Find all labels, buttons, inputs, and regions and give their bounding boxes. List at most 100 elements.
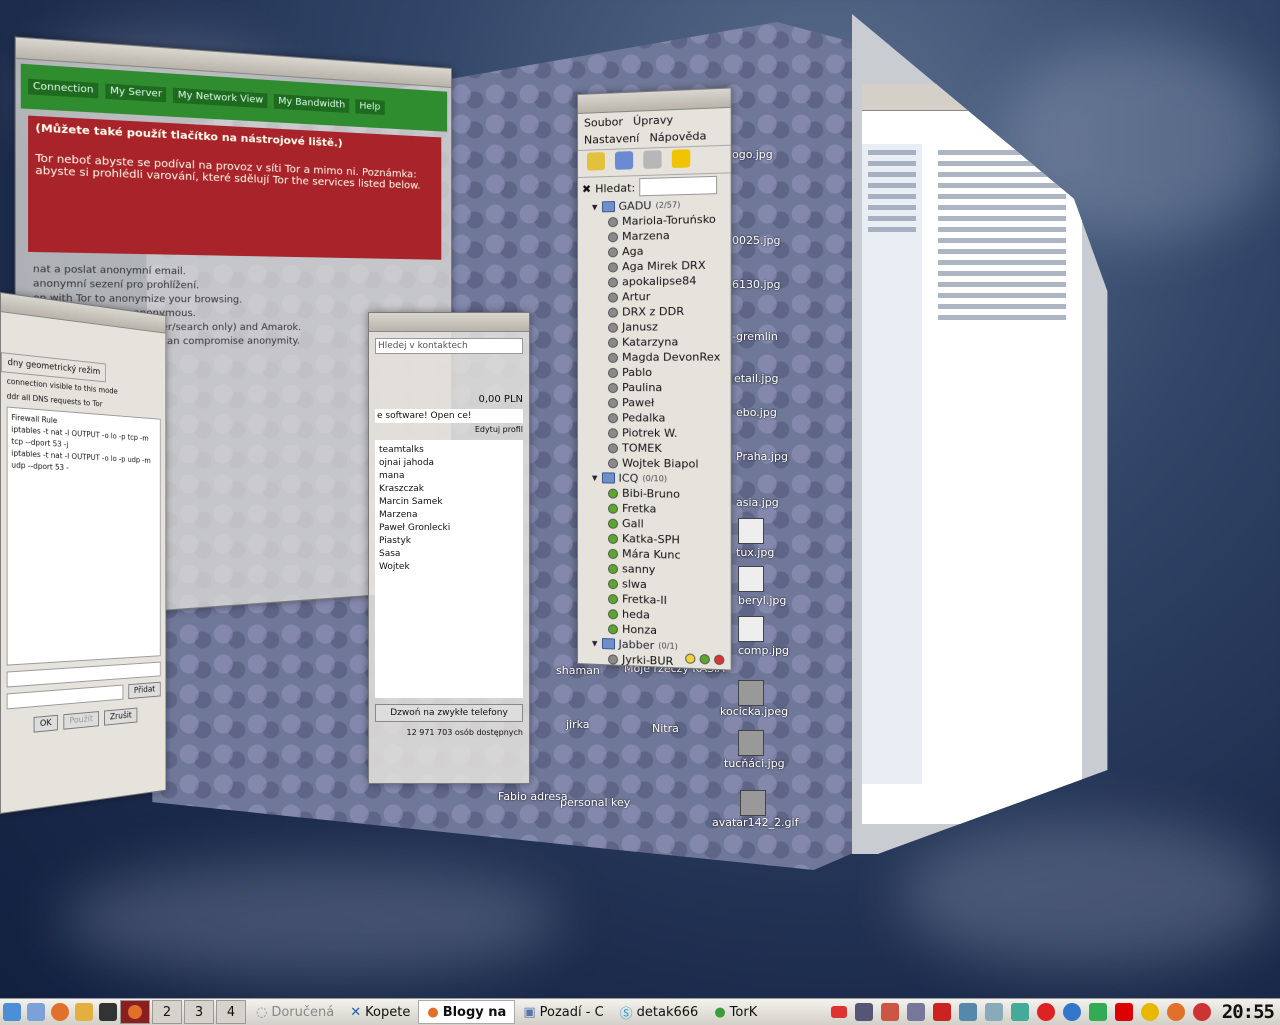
desktop-3-button[interactable]: 3	[184, 1000, 214, 1024]
skype-contact[interactable]: Piastyk	[379, 535, 519, 548]
firefox-icon[interactable]	[51, 1003, 69, 1021]
collapse-icon[interactable]: ▾	[592, 471, 598, 484]
volume-icon[interactable]	[855, 1003, 873, 1021]
call-phones-button[interactable]: Dzwoń na zwykłe telefony	[375, 704, 523, 722]
skype-contact[interactable]: Kraszczak	[379, 483, 519, 496]
browser-window[interactable]	[862, 84, 1082, 824]
desktop-label[interactable]: tux.jpg	[736, 546, 774, 559]
desktop-label[interactable]: jirka	[566, 718, 590, 731]
settings-icon[interactable]	[985, 1003, 1003, 1021]
files-icon[interactable]	[75, 1003, 93, 1021]
kopete-window[interactable]: Soubor Úpravy Nastavení Nápověda ✖ Hleda…	[577, 87, 732, 670]
task-skype[interactable]: Ⓢdetak666	[612, 1001, 707, 1023]
alert-icon[interactable]	[1037, 1003, 1055, 1021]
skype-contact[interactable]: mana	[379, 470, 519, 483]
desktop-label[interactable]: ebo.jpg	[736, 406, 777, 419]
desktop-label[interactable]: personal key	[560, 796, 630, 809]
desktop-label[interactable]: comp.jpg	[738, 644, 789, 657]
desktop-label[interactable]: beryl.jpg	[738, 594, 786, 607]
desktop-label[interactable]: 0025.jpg	[732, 234, 781, 247]
kmenu-icon[interactable]	[3, 1003, 21, 1021]
collapse-icon[interactable]: ▾	[592, 637, 598, 650]
desktop-label[interactable]: etail.jpg	[734, 372, 778, 385]
gears-icon[interactable]	[1011, 1003, 1029, 1021]
cancel-button[interactable]: Zrušit	[104, 708, 137, 726]
skype-contact[interactable]: Marcin Samek	[379, 496, 519, 509]
edit-icon[interactable]	[587, 152, 605, 171]
desktop-label[interactable]: tucňáci.jpg	[724, 757, 785, 770]
terminal-icon[interactable]	[99, 1003, 117, 1021]
tux-icon[interactable]	[738, 616, 764, 642]
titlebar[interactable]	[369, 313, 529, 332]
contact-item[interactable]: Magda DevonRex	[578, 349, 731, 365]
toolbar-button[interactable]: Help	[355, 99, 384, 115]
menu-settings[interactable]: Nastavení	[584, 132, 639, 147]
ok-button[interactable]: OK	[33, 715, 57, 733]
skype-contact[interactable]: Wojtek	[379, 561, 519, 574]
skype-contact[interactable]: teamtalks	[379, 444, 519, 457]
skype-contact[interactable]: Paweł Gronlecki	[379, 522, 519, 535]
contact-item[interactable]: Janusz	[578, 319, 731, 335]
task-tork[interactable]: ● TorK	[706, 1001, 765, 1023]
toolbar-button[interactable]: Connection	[28, 79, 98, 99]
desktop-label[interactable]: asia.jpg	[736, 496, 779, 509]
status-icon[interactable]	[672, 149, 690, 168]
weather-icon[interactable]	[1141, 1003, 1159, 1021]
gadu-status-icon[interactable]	[700, 654, 710, 665]
desktop-label[interactable]: ogo.jpg	[732, 148, 773, 161]
file-icon[interactable]	[738, 680, 764, 706]
task-mail[interactable]: ◌ Doručená	[248, 1001, 342, 1023]
desktop-label[interactable]: Nitra	[652, 722, 679, 735]
skype-contact[interactable]: Marzena	[379, 509, 519, 522]
contact-search-input[interactable]: Hledej v kontaktech	[375, 338, 523, 354]
desktop-label[interactable]: avatar142_2.gif	[712, 816, 798, 829]
close-tray-icon[interactable]	[1115, 1003, 1133, 1021]
desktop-label[interactable]: Praha.jpg	[736, 450, 788, 463]
search-input[interactable]	[639, 176, 717, 196]
task-browser[interactable]: ● Blogy na	[418, 1000, 515, 1024]
globe-icon[interactable]	[1063, 1003, 1081, 1021]
home-icon[interactable]	[27, 1003, 45, 1021]
desktop-label[interactable]: -gremlin	[732, 330, 778, 343]
promo-text[interactable]: e software! Open ce!	[375, 409, 523, 423]
menu-help[interactable]: Nápověda	[649, 129, 706, 144]
amarok-icon[interactable]	[881, 1003, 899, 1021]
close-icon[interactable]: ✖	[582, 182, 591, 195]
apply-button[interactable]: Použít	[63, 711, 99, 730]
tor-tray-icon[interactable]	[1193, 1003, 1211, 1021]
network-icon[interactable]	[907, 1003, 925, 1021]
toolbar-button[interactable]: My Server	[105, 83, 166, 102]
contact-item[interactable]: Katarzyna	[578, 334, 731, 350]
desktop-label[interactable]: shaman	[556, 664, 600, 677]
tux-icon[interactable]	[738, 566, 764, 592]
rule-input[interactable]	[7, 685, 124, 710]
desktop-2-button[interactable]: 2	[152, 1000, 182, 1024]
desktop-4-button[interactable]: 4	[216, 1000, 246, 1024]
file-icon[interactable]	[740, 790, 766, 816]
rules-list[interactable]: Firewall Rule iptables -t nat -I OUTPUT …	[7, 407, 161, 666]
add-button[interactable]: Přidat	[128, 682, 161, 699]
file-icon[interactable]	[738, 730, 764, 756]
add-contact-icon[interactable]	[615, 151, 633, 170]
ruby-icon[interactable]	[933, 1003, 951, 1021]
keyboard-layout-icon[interactable]	[831, 1006, 847, 1018]
skype-window[interactable]: Hledej v kontaktech 0,00 PLN e software!…	[368, 312, 530, 784]
edit-profile-button[interactable]: Edytuj profil	[375, 425, 523, 434]
contact-item[interactable]: Paulina	[578, 380, 731, 395]
desktop-label[interactable]: Fabio adresa	[498, 790, 568, 803]
contact-item[interactable]: TOMEK	[578, 440, 731, 457]
menu-file[interactable]: Soubor	[584, 115, 623, 130]
cube-icon[interactable]	[959, 1003, 977, 1021]
clock[interactable]: 20:55	[1216, 1001, 1280, 1023]
firewall-dialog[interactable]: dny geometrický režim connection visible…	[0, 292, 166, 814]
task-background[interactable]: ▣ Pozadí - C	[515, 1001, 611, 1023]
contact-item[interactable]: Artur	[578, 288, 731, 305]
contact-item[interactable]: Pablo	[578, 365, 731, 380]
desktop-label[interactable]: 6130.jpg	[732, 278, 781, 291]
skype-contact[interactable]: Sasa	[379, 548, 519, 561]
collapse-icon[interactable]: ▾	[592, 200, 598, 213]
contact-item[interactable]: Paweł	[578, 395, 731, 411]
task-kopete[interactable]: ✕ Kopete	[342, 1001, 418, 1023]
tux-icon[interactable]	[738, 518, 764, 544]
settings-icon[interactable]	[643, 150, 661, 169]
